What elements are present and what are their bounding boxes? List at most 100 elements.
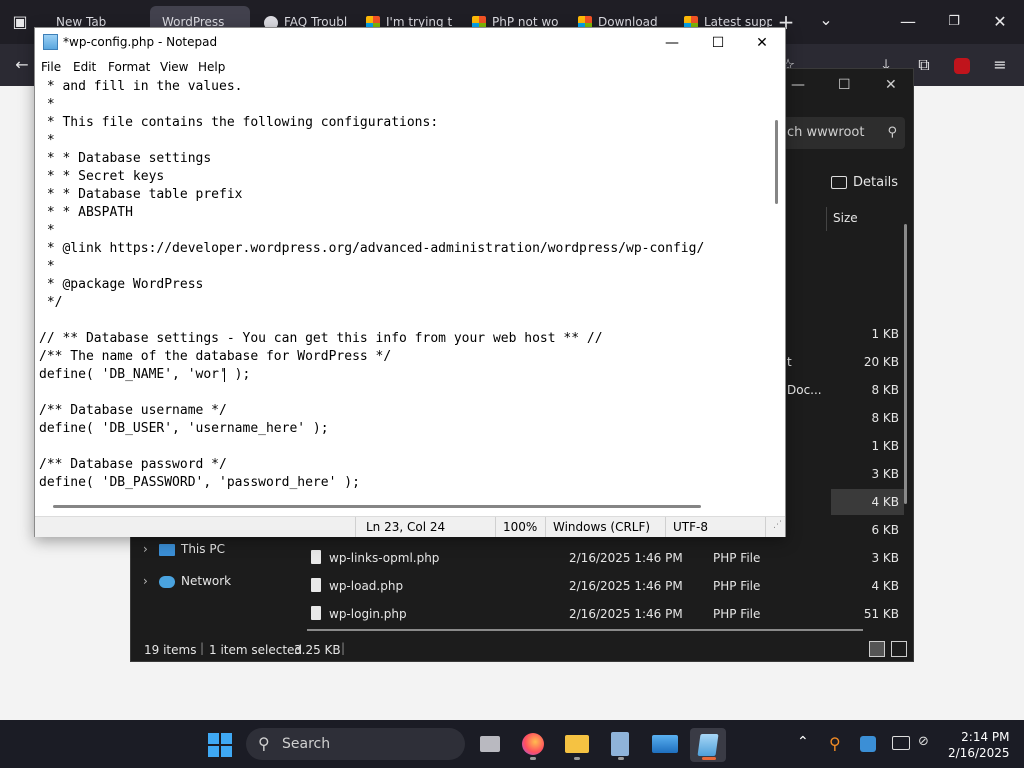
back-arrow-icon[interactable]: ←: [8, 51, 36, 79]
file-size: 6 KB: [871, 523, 899, 537]
taskbar-search-box[interactable]: ⚲ Search: [246, 728, 465, 760]
notepad-status-bar: Ln 23, Col 24 100% Windows (CRLF) UTF-8 …: [35, 516, 785, 537]
task-view-icon: [480, 736, 500, 752]
menu-help[interactable]: Help: [198, 60, 225, 74]
code-line: define( 'DB_PASSWORD', 'password_here' )…: [39, 475, 360, 490]
menu-view[interactable]: View: [160, 60, 188, 74]
explorer-close-button[interactable]: ✕: [885, 77, 897, 93]
file-name: wp-load.php: [329, 579, 404, 593]
details-view-icon[interactable]: [869, 641, 885, 657]
nav-item-network[interactable]: › Network: [143, 574, 231, 588]
file-row[interactable]: wp-login.php 2/16/2025 1:46 PM PHP File …: [307, 601, 907, 627]
code-line: * @package WordPress: [39, 277, 204, 292]
vertical-scrollbar-thumb[interactable]: [775, 120, 778, 204]
file-row[interactable]: wp-load.php 2/16/2025 1:46 PM PHP File 4…: [307, 573, 907, 599]
explorer-horizontal-scrollbar[interactable]: [307, 629, 863, 631]
app-taskbar-button[interactable]: [647, 728, 683, 762]
code-line: */: [39, 295, 63, 310]
explorer-scrollbar[interactable]: [904, 224, 907, 504]
chevron-right-icon[interactable]: ›: [143, 542, 159, 556]
item-count: 19 items: [144, 643, 197, 657]
system-clock[interactable]: 2:14 PM 2/16/2025: [948, 729, 1010, 761]
status-divider: [665, 517, 666, 537]
menu-edit[interactable]: Edit: [73, 60, 96, 74]
active-indicator: [702, 757, 716, 760]
file-type-partial: t: [787, 355, 792, 369]
file-size: 1 KB: [871, 327, 899, 341]
code-line: /** Database password */: [39, 457, 227, 472]
maximize-button[interactable]: ☐: [695, 30, 741, 56]
file-type-partial: Doc...: [787, 383, 822, 397]
firefox-icon: [522, 733, 544, 755]
notepad-title-bar[interactable]: *wp-config.php - Notepad — ☐ ✕: [35, 28, 785, 58]
file-size: 20 KB: [863, 355, 899, 369]
size-column-header[interactable]: Size: [833, 211, 858, 225]
horizontal-scrollbar-thumb[interactable]: [53, 505, 701, 508]
window-title: *wp-config.php - Notepad: [63, 35, 218, 49]
code-line: *: [39, 97, 55, 112]
file-date: 2/16/2025 1:46 PM: [569, 551, 683, 565]
code-line: *: [39, 259, 55, 274]
search-icon: ⚲: [258, 734, 270, 753]
explorer-minimize-button[interactable]: —: [791, 77, 805, 93]
notepad-window: *wp-config.php - Notepad — ☐ ✕ File Edit…: [34, 27, 786, 537]
file-size: 8 KB: [871, 411, 899, 425]
explorer-maximize-button[interactable]: ☐: [838, 77, 851, 93]
status-divider: [495, 517, 496, 537]
search-label: Search: [282, 736, 331, 752]
windows-logo-icon: [208, 733, 219, 744]
code-line: * * Secret keys: [39, 169, 165, 184]
text-editor-area[interactable]: * and fill in the values. * * This file …: [37, 78, 772, 498]
code-line: * * ABSPATH: [39, 205, 133, 220]
nav-label: This PC: [181, 542, 225, 556]
search-app-tray-icon[interactable]: ⚲: [829, 734, 841, 753]
minimize-button[interactable]: —: [649, 30, 695, 56]
app-menu-icon[interactable]: ≡: [986, 51, 1014, 79]
browser-close-button[interactable]: ✕: [986, 8, 1014, 36]
column-divider[interactable]: [826, 207, 827, 231]
nav-item-this-pc[interactable]: › This PC: [143, 542, 225, 556]
code-line: * * Database table prefix: [39, 187, 243, 202]
selection-size: 3.25 KB: [294, 643, 341, 657]
start-button[interactable]: [208, 733, 232, 757]
close-button[interactable]: ✕: [739, 30, 785, 56]
running-indicator: [618, 757, 624, 760]
selection-count: 1 item selected: [209, 643, 303, 657]
menu-format[interactable]: Format: [108, 60, 150, 74]
code-line: /** Database username */: [39, 403, 227, 418]
chevron-right-icon[interactable]: ›: [143, 574, 159, 588]
extensions-icon[interactable]: ⧉: [910, 51, 938, 79]
file-encoding: UTF-8: [673, 520, 708, 534]
windows-logo-icon: [221, 746, 232, 757]
php-file-icon: [311, 578, 321, 592]
tab-overview-icon[interactable]: ▣: [6, 8, 34, 36]
running-indicator: [530, 757, 536, 760]
code-line: // ** Database settings - You can get th…: [39, 331, 603, 346]
clock-time: 2:14 PM: [961, 730, 1010, 744]
browser-restore-button[interactable]: ❐: [940, 8, 968, 36]
menu-file[interactable]: File: [41, 60, 61, 74]
file-row[interactable]: wp-links-opml.php 2/16/2025 1:46 PM PHP …: [307, 545, 907, 571]
notepad-menu-bar: File Edit Format View Help: [35, 58, 785, 78]
file-size: 4 KB: [871, 495, 899, 509]
search-placeholder: ch wwwroot: [787, 125, 865, 140]
ublock-origin-icon[interactable]: [948, 51, 976, 79]
text-caret: [224, 368, 225, 382]
details-pane-button[interactable]: Details: [831, 175, 898, 190]
security-shield-icon[interactable]: [860, 736, 876, 752]
code-line: define( 'DB_USER', 'username_here' );: [39, 421, 329, 436]
running-indicator: [574, 757, 580, 760]
notepad-app-icon: [43, 34, 58, 50]
file-size: 1 KB: [871, 439, 899, 453]
task-view-button[interactable]: [472, 728, 508, 762]
volume-muted-icon[interactable]: ⊘: [918, 734, 929, 749]
display-icon[interactable]: [892, 736, 910, 750]
tiles-view-icon[interactable]: [891, 641, 907, 657]
list-all-tabs-button[interactable]: ⌄: [812, 6, 840, 34]
code-line: define( 'DB_NAME', 'wor' );: [39, 367, 251, 382]
explorer-search-box[interactable]: ch wwwroot ⚲: [781, 117, 905, 149]
code-line: * This file contains the following confi…: [39, 115, 439, 130]
browser-minimize-button[interactable]: —: [894, 8, 922, 36]
chevron-up-icon[interactable]: ⌃: [797, 734, 809, 750]
resize-grip-icon[interactable]: ⋰: [773, 520, 782, 530]
